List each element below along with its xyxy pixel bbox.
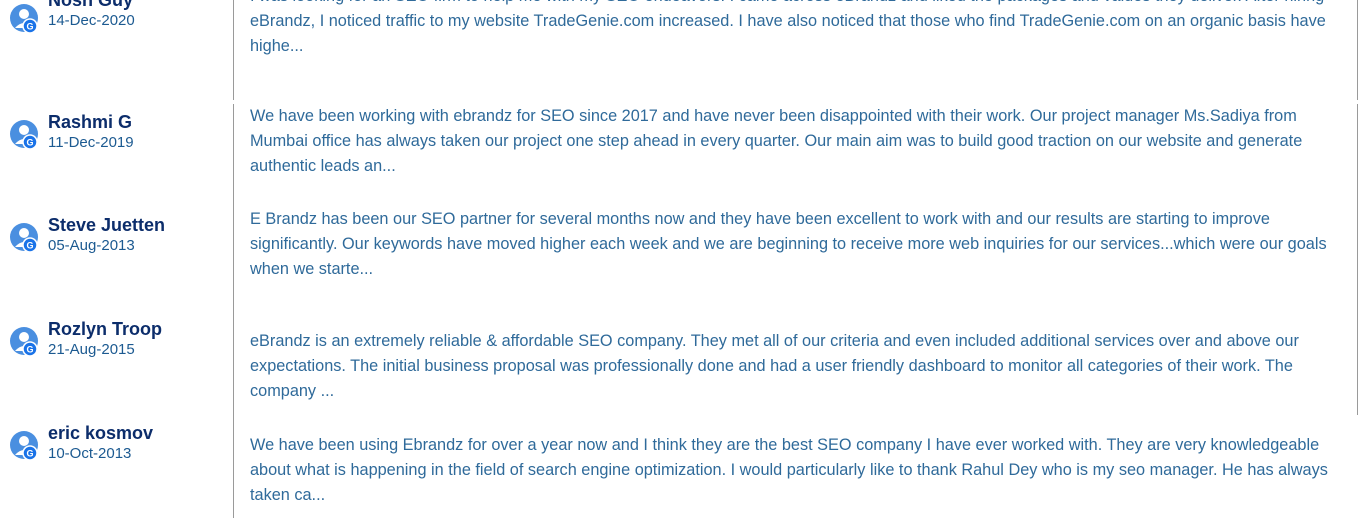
review-date: 21-Aug-2015 (48, 341, 135, 358)
review-date: 10-Oct-2013 (48, 445, 132, 462)
reviewer-name[interactable]: Nosh Guy (48, 0, 133, 11)
svg-text:G: G (26, 345, 33, 355)
google-reviewer-avatar-icon: G (8, 429, 40, 461)
review-text: We have been using Ebrandz for over a ye… (250, 436, 1328, 504)
review-text: eBrandz is an extremely reliable & affor… (250, 332, 1299, 400)
divider (233, 415, 234, 518)
reviewer-name[interactable]: eric kosmov (48, 422, 153, 444)
google-reviewer-avatar-icon: G (8, 221, 40, 253)
svg-text:G: G (26, 449, 33, 459)
review-text: I was looking for an SEO firm to help me… (250, 0, 1326, 55)
review-date: 11-Dec-2019 (48, 134, 134, 151)
review-item: G Steve Juetten 05-Aug-2013 E Brandz has… (0, 208, 1361, 312)
divider (1357, 311, 1358, 415)
divider (1357, 208, 1358, 312)
review-date: 14-Dec-2020 (48, 12, 135, 29)
svg-text:G: G (26, 138, 33, 148)
divider (1357, 0, 1358, 100)
google-reviewer-avatar-icon: G (8, 118, 40, 150)
divider (233, 0, 234, 100)
review-text: We have been working with ebrandz for SE… (250, 107, 1303, 175)
google-reviewer-avatar-icon: G (8, 2, 40, 34)
svg-text:G: G (26, 22, 33, 32)
review-date: 05-Aug-2013 (48, 237, 135, 254)
reviewer-name[interactable]: Rashmi G (48, 111, 132, 133)
reviewer-name[interactable]: Rozlyn Troop (48, 318, 162, 340)
svg-text:G: G (26, 241, 33, 251)
review-text: E Brandz has been our SEO partner for se… (250, 210, 1327, 278)
review-item: G Nosh Guy 14-Dec-2020 I was looking for… (0, 0, 1361, 100)
divider (233, 104, 234, 208)
divider (1357, 104, 1358, 208)
review-item: G eric kosmov 10-Oct-2013 We have been u… (0, 415, 1361, 518)
reviewer-name[interactable]: Steve Juetten (48, 214, 165, 236)
divider (233, 311, 234, 415)
google-reviewer-avatar-icon: G (8, 325, 40, 357)
review-item: G Rozlyn Troop 21-Aug-2015 eBrandz is an… (0, 311, 1361, 415)
reviews-list: G Nosh Guy 14-Dec-2020 I was looking for… (0, 0, 1361, 518)
divider (233, 208, 234, 312)
review-item: G Rashmi G 11-Dec-2019 We have been work… (0, 104, 1361, 208)
